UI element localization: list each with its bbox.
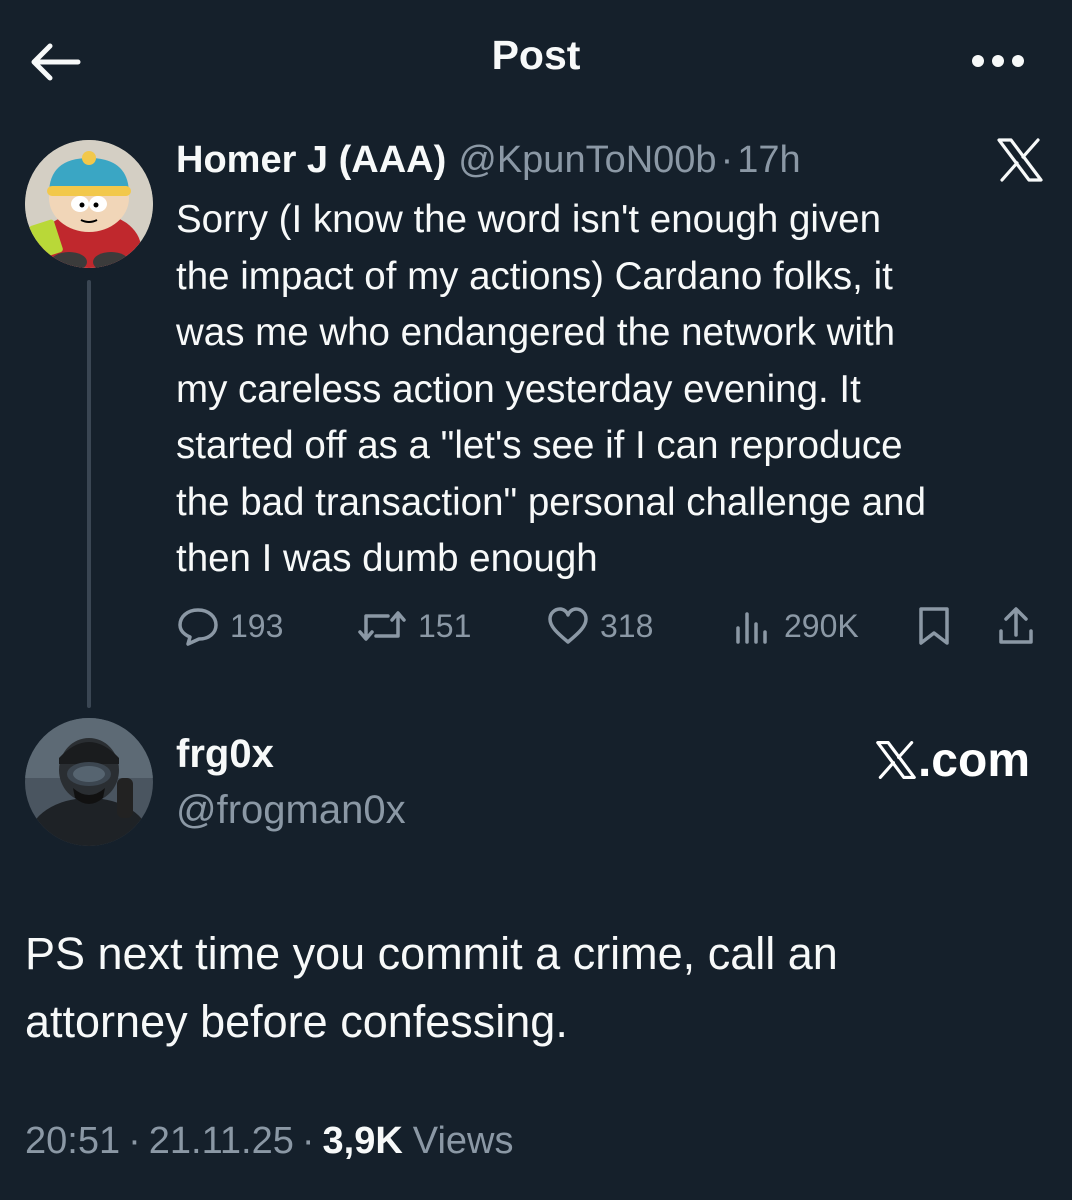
thread-connector-line bbox=[87, 280, 91, 708]
share-icon bbox=[999, 607, 1033, 644]
repost-icon bbox=[358, 611, 406, 641]
reply-button[interactable]: 193 bbox=[176, 600, 283, 652]
views-chart-icon bbox=[736, 612, 767, 644]
like-button[interactable]: 318 bbox=[546, 600, 653, 652]
quoted-author-avatar[interactable] bbox=[25, 140, 153, 268]
watermark-text: .com bbox=[917, 733, 1030, 787]
quoted-post-time[interactable]: 17h bbox=[737, 139, 800, 182]
page-title: Post bbox=[0, 32, 1072, 79]
like-count: 318 bbox=[600, 607, 654, 644]
share-button[interactable] bbox=[994, 600, 1038, 652]
views-button[interactable]: 290K bbox=[730, 600, 859, 652]
quoted-author-handle[interactable]: @KpunToN00b bbox=[458, 139, 716, 182]
xcom-watermark: .com bbox=[840, 730, 1030, 790]
author-handle[interactable]: @frogman0x bbox=[176, 788, 406, 833]
text-line: the impact of my actions) Cardano folks,… bbox=[176, 254, 893, 298]
bookmark-icon bbox=[919, 607, 949, 645]
arrow-left-icon bbox=[31, 43, 81, 81]
post-views-label: Views bbox=[412, 1120, 514, 1162]
quoted-post-header: Homer J (AAA) @KpunToN00b · 17h bbox=[176, 134, 801, 186]
text-line: was me who endangered the network with bbox=[176, 311, 896, 354]
meta-separator: · bbox=[301, 1120, 315, 1162]
avatar-image bbox=[25, 718, 153, 846]
post-metadata: 20:51 · 21.11.25 · 3,9K Views bbox=[25, 1120, 513, 1163]
repost-button[interactable]: 151 bbox=[356, 600, 471, 652]
header-separator: · bbox=[720, 138, 734, 181]
text-line: Sorry (I know the word isn't enough give… bbox=[176, 198, 881, 241]
quoted-author-name[interactable]: Homer J (AAA) bbox=[176, 139, 446, 182]
post-text: PS next time you commit a crime, call an… bbox=[25, 920, 1045, 1056]
quoted-post-text: Sorry (I know the word isn't enough give… bbox=[176, 192, 1056, 588]
x-logo-icon bbox=[876, 741, 916, 779]
bookmark-button[interactable] bbox=[912, 600, 956, 652]
avatar-image bbox=[25, 140, 153, 268]
more-horizontal-icon bbox=[972, 55, 1024, 67]
text-line: attorney before confessing. bbox=[25, 996, 568, 1047]
reply-icon bbox=[178, 608, 218, 646]
views-count: 290K bbox=[784, 607, 859, 644]
post-time[interactable]: 20:51 bbox=[25, 1120, 120, 1163]
author-name[interactable]: frg0x bbox=[176, 732, 274, 777]
text-line: PS next time you commit a crime, call an bbox=[25, 928, 838, 979]
meta-separator: · bbox=[128, 1120, 141, 1162]
x-logo-icon bbox=[997, 138, 1043, 182]
text-line: then I was dumb enough bbox=[176, 537, 598, 580]
page-title-text: Post bbox=[491, 32, 581, 78]
repost-count: 151 bbox=[418, 607, 472, 644]
author-avatar[interactable] bbox=[25, 718, 153, 846]
back-button[interactable] bbox=[28, 36, 84, 88]
text-line: started off as a "let's see if I can rep… bbox=[176, 424, 903, 467]
post-date[interactable]: 21.11.25 bbox=[149, 1120, 294, 1163]
post-views-count[interactable]: 3,9K bbox=[323, 1120, 403, 1163]
x-logo bbox=[990, 130, 1050, 190]
more-options-button[interactable] bbox=[958, 38, 1038, 84]
heart-icon bbox=[548, 607, 588, 644]
reply-count: 193 bbox=[230, 607, 284, 644]
text-line: my careless action yesterday evening. It bbox=[176, 367, 861, 411]
text-line: the bad transaction" personal challenge … bbox=[176, 480, 926, 524]
